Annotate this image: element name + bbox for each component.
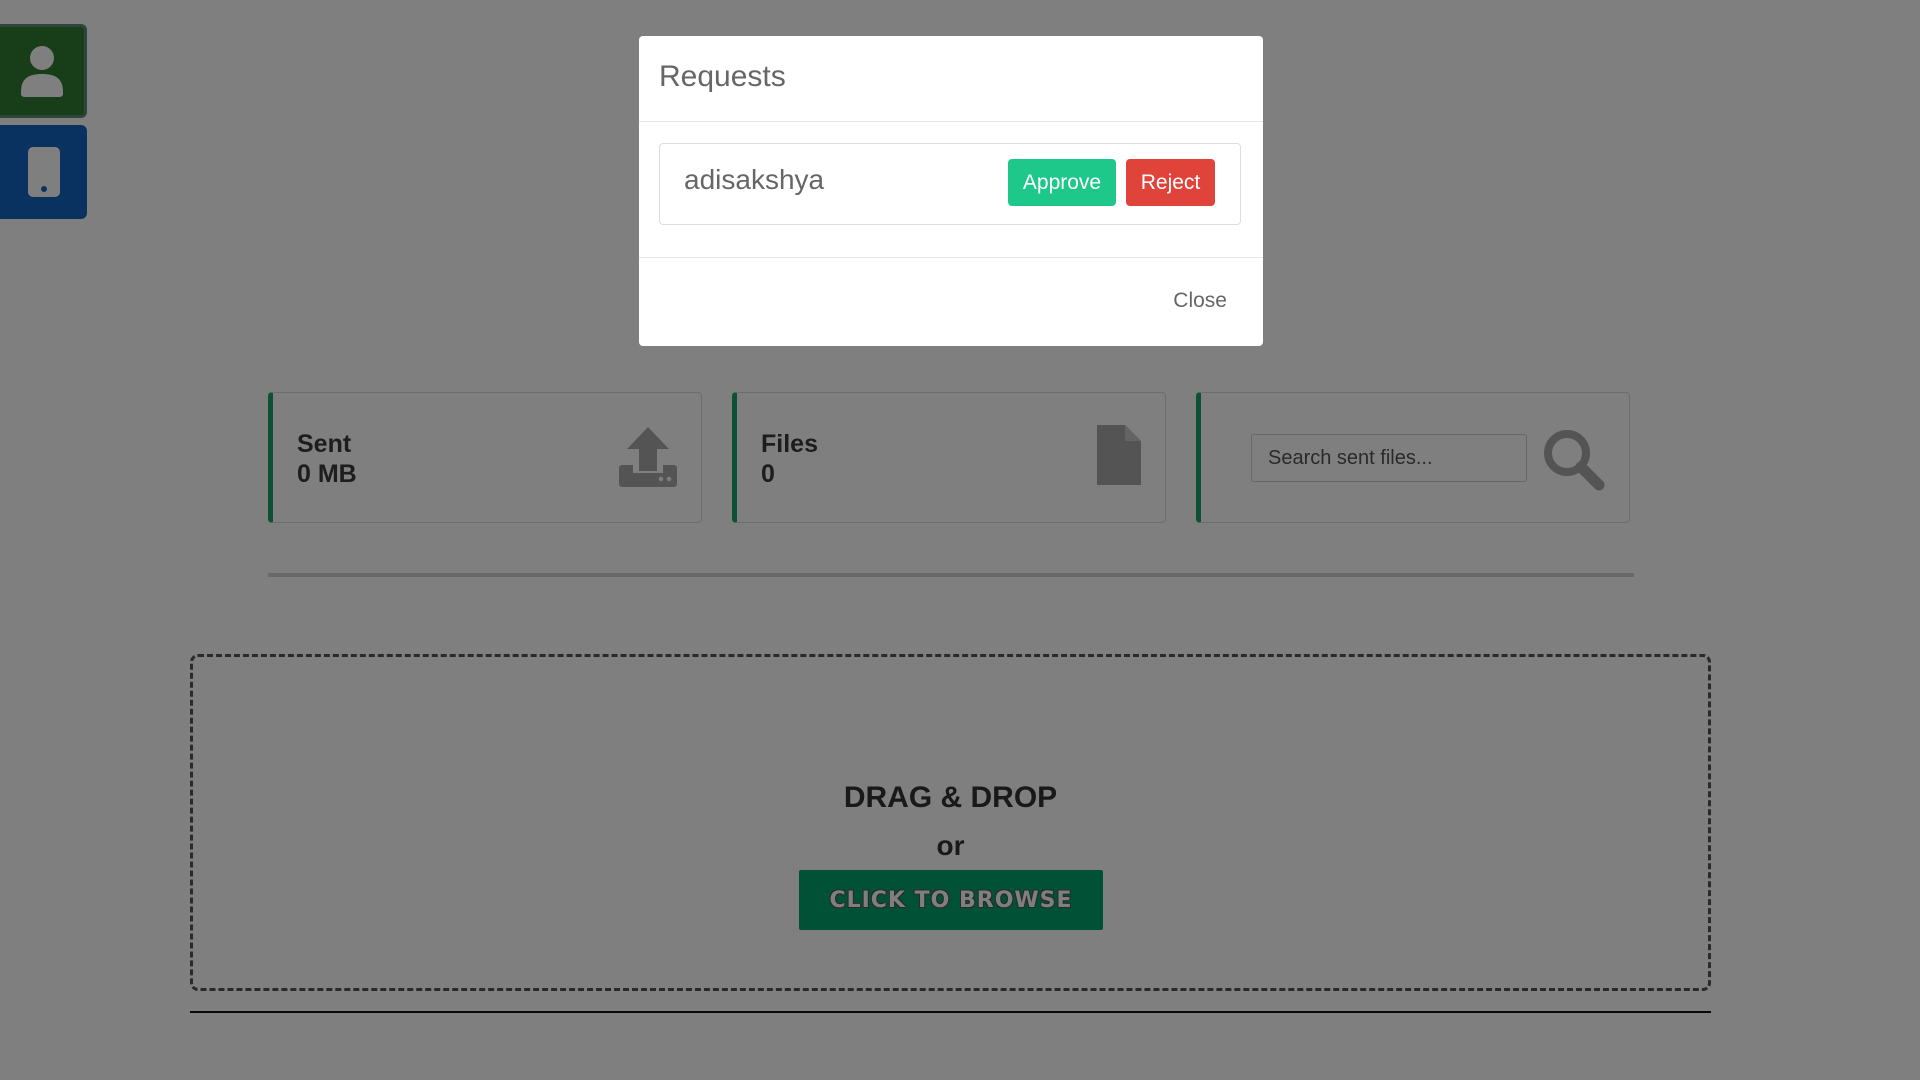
approve-button[interactable]: Approve [1008, 159, 1116, 206]
modal-title: Requests [659, 60, 786, 93]
reject-button[interactable]: Reject [1126, 159, 1215, 206]
request-list-item: adisakshya Approve Reject [659, 143, 1241, 225]
requests-modal: Requests adisakshya Approve Reject Close [639, 36, 1263, 346]
modal-footer: Close [639, 257, 1263, 346]
request-username: adisakshya [684, 164, 825, 195]
modal-header: Requests [639, 36, 1263, 122]
close-button[interactable]: Close [1173, 289, 1227, 313]
